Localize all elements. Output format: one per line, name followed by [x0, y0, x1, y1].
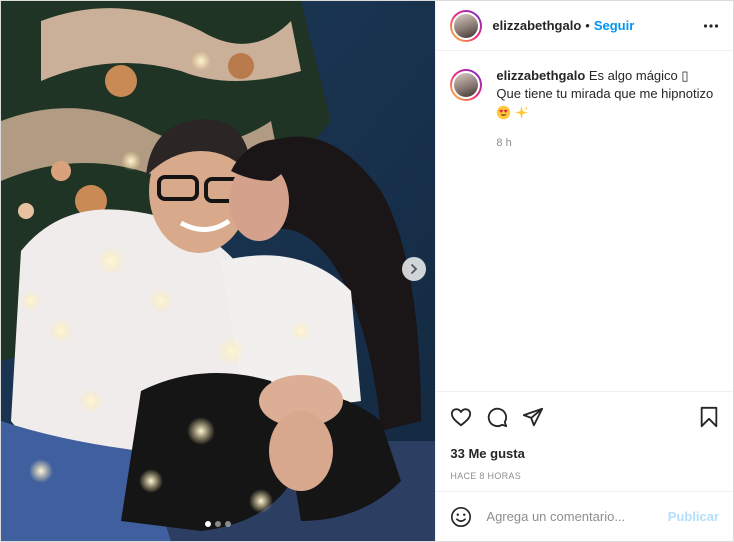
- caption-username[interactable]: elizzabethgalo: [496, 68, 585, 83]
- post-photo: [1, 1, 436, 541]
- post-timestamp[interactable]: HACE 8 HORAS: [436, 471, 733, 481]
- bookmark-icon: [700, 406, 718, 428]
- smiley-icon: [451, 506, 472, 527]
- author-username[interactable]: elizzabethgalo: [492, 18, 581, 33]
- sparkles-emoji: [515, 105, 529, 120]
- comment-bubble-icon: [488, 407, 508, 428]
- likes-count[interactable]: 33 Me gusta: [436, 446, 733, 461]
- caption-text: Es algo mágico: [588, 68, 682, 83]
- comment-input[interactable]: [486, 509, 668, 524]
- header-separator: •: [585, 18, 590, 33]
- emoji-picker-button[interactable]: [450, 506, 472, 528]
- heart-icon: [451, 408, 472, 427]
- save-button[interactable]: [699, 406, 719, 428]
- avatar[interactable]: [450, 69, 483, 101]
- caption-text-line2: Que tiene tu mirada que me hipnotizo: [496, 86, 714, 101]
- share-button[interactable]: [522, 406, 544, 428]
- carousel-dot: [215, 521, 222, 527]
- post-caption: elizzabethgalo Es algo mágico ▯ Que tien…: [436, 51, 733, 152]
- post-actions: 33 Me gusta HACE 8 HORAS: [436, 391, 733, 481]
- carousel-next-button[interactable]: [402, 257, 426, 281]
- heart-eyes-emoji: [497, 105, 511, 120]
- avatar[interactable]: [450, 9, 483, 42]
- carousel-indicator: [1, 521, 435, 527]
- chevron-right-icon: [411, 264, 418, 274]
- carousel-dot: [225, 521, 232, 527]
- instagram-post: elizzabethgalo • Seguir elizzabethgalo E…: [0, 0, 734, 542]
- comment-button[interactable]: [486, 406, 508, 428]
- like-button[interactable]: [450, 406, 472, 428]
- paper-plane-icon: [523, 407, 544, 427]
- post-header: elizzabethgalo • Seguir: [436, 1, 733, 51]
- post-side-panel: elizzabethgalo • Seguir elizzabethgalo E…: [435, 1, 733, 541]
- carousel-dot: [205, 521, 212, 527]
- comment-bar: Publicar: [436, 491, 733, 541]
- follow-button[interactable]: Seguir: [594, 18, 634, 33]
- more-horizontal-icon[interactable]: [703, 18, 719, 34]
- caption-age: 8 h: [496, 137, 512, 149]
- publish-button[interactable]: Publicar: [668, 509, 719, 524]
- post-media[interactable]: [1, 1, 436, 541]
- caption-unknown-glyph: ▯: [681, 68, 689, 83]
